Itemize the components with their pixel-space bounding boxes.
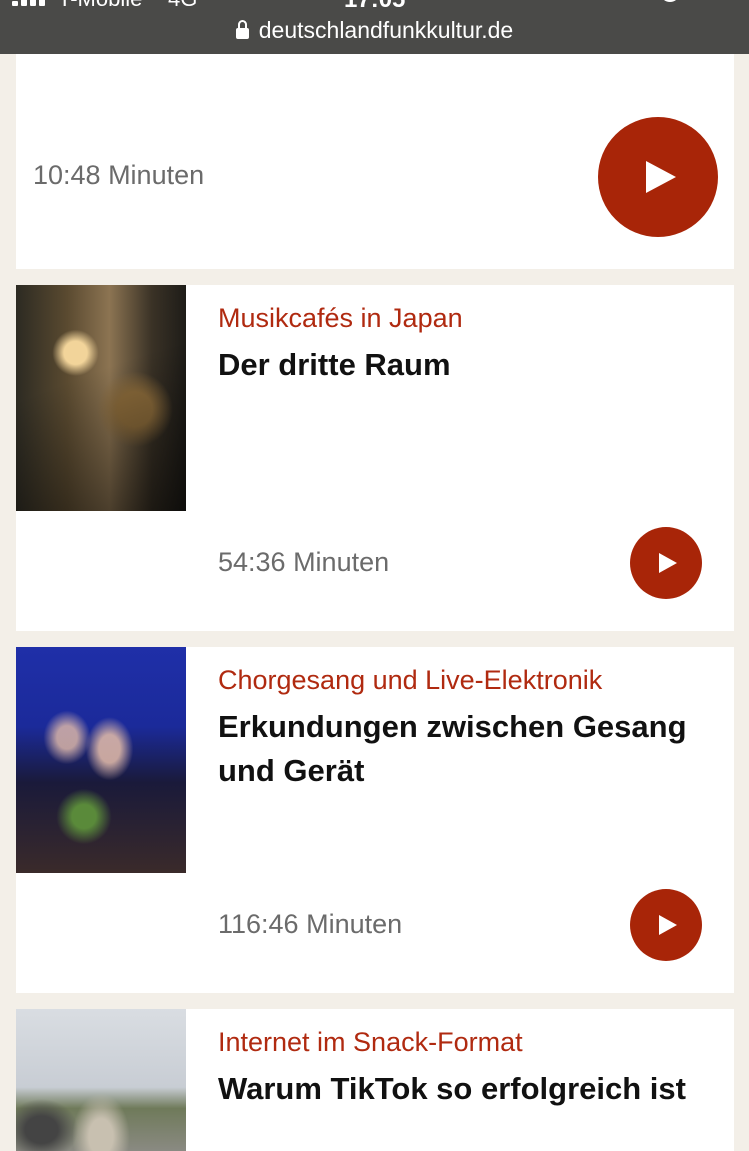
article-card[interactable]: Chorgesang und Live-Elektronik Erkundung… <box>16 647 734 993</box>
url-text: deutschlandfunkkultur.de <box>258 17 514 43</box>
play-icon <box>659 915 677 935</box>
lock-icon <box>235 20 249 39</box>
article-image[interactable] <box>16 285 186 511</box>
rotation-lock-icon <box>660 0 680 2</box>
article-card[interactable]: Internet im Snack-Format Warum TikTok so… <box>16 1009 734 1151</box>
article-kicker: Musikcafés in Japan <box>218 303 463 333</box>
article-card[interactable]: Musikcafés in Japan Der dritte Raum 54:3… <box>16 285 734 631</box>
audio-duration: 10:48 Minuten <box>33 160 205 190</box>
play-button[interactable] <box>630 527 702 599</box>
audio-duration: 54:36 Minuten <box>218 547 390 577</box>
carrier-name: T-Mobile <box>58 0 142 12</box>
article-image[interactable] <box>16 1009 186 1151</box>
article-headline[interactable]: Der dritte Raum <box>218 343 698 387</box>
status-time: 17:05 <box>344 0 405 14</box>
play-icon <box>659 553 677 573</box>
play-button[interactable] <box>630 889 702 961</box>
address-bar[interactable]: deutschlandfunkkultur.de <box>0 14 749 46</box>
cell-signal-icon <box>12 0 48 6</box>
article-kicker: Chorgesang und Live-Elektronik <box>218 665 603 695</box>
browser-top-bar: T-Mobile 4G 17:05 deutschlandfunkkultur.… <box>0 0 749 54</box>
article-card: 10:48 Minuten <box>16 54 734 269</box>
article-image[interactable] <box>16 647 186 873</box>
article-headline[interactable]: Warum TikTok so erfolgreich ist <box>218 1067 698 1111</box>
play-button[interactable] <box>598 117 718 237</box>
status-bar: T-Mobile 4G 17:05 <box>0 0 749 13</box>
article-kicker: Internet im Snack-Format <box>218 1027 523 1057</box>
play-icon <box>646 161 676 193</box>
audio-duration: 116:46 Minuten <box>218 909 403 939</box>
network-type: 4G <box>168 0 197 12</box>
article-headline[interactable]: Erkundungen zwischen Gesang und Gerät <box>218 705 698 793</box>
